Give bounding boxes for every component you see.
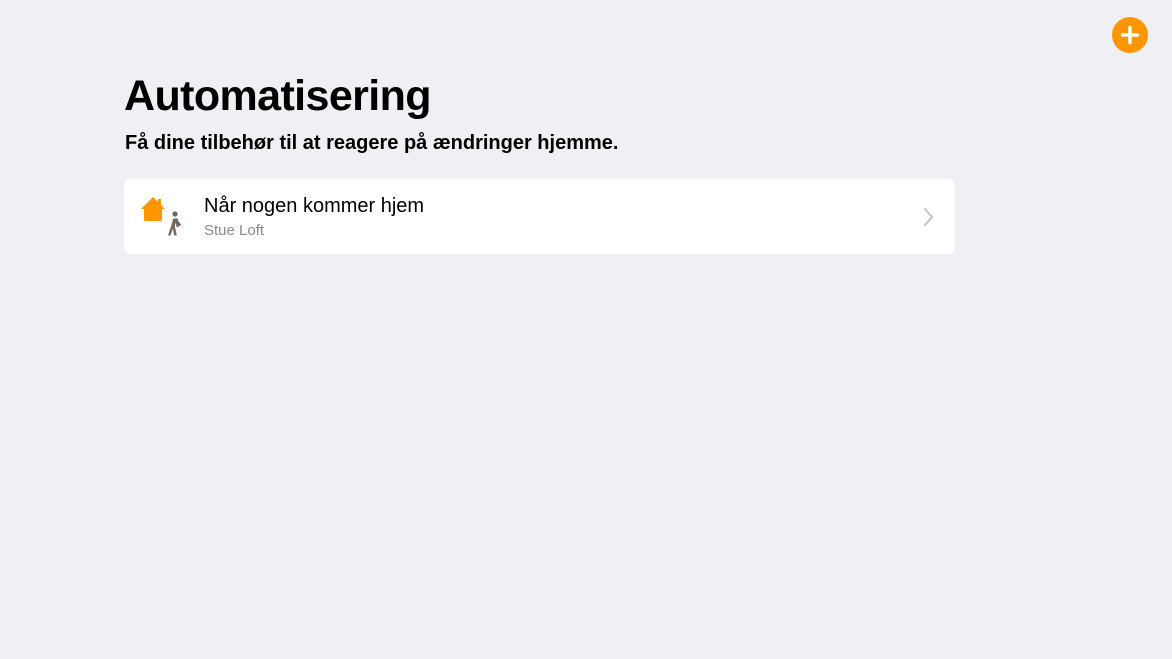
page-subtitle: Få dine tilbehør til at reagere på ændri… — [125, 132, 619, 154]
automation-card-arrive-home[interactable]: Når nogen kommer hjem Stue Loft — [124, 179, 955, 254]
plus-circle-icon — [1112, 17, 1148, 53]
automation-title: Når nogen kommer hjem — [204, 195, 425, 217]
add-automation-button[interactable] — [1112, 17, 1148, 53]
automation-subtitle: Stue Loft — [204, 222, 265, 239]
house-person-arriving-icon — [140, 195, 184, 239]
chevron-right-icon — [923, 207, 935, 227]
page-title: Automatisering — [124, 72, 432, 120]
